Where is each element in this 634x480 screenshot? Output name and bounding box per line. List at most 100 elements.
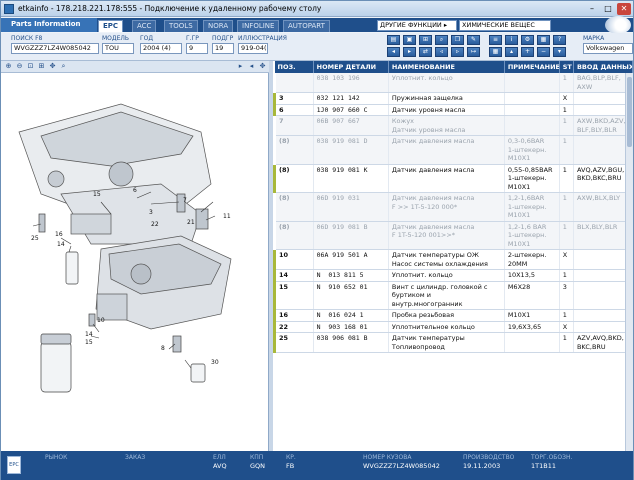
col-name[interactable]: НАИМЕНОВАНИЕ bbox=[388, 61, 505, 73]
collapse-icon[interactable]: ▸ bbox=[236, 62, 245, 71]
pan-icon[interactable]: ✥ bbox=[48, 62, 57, 71]
callout-25[interactable]: 25 bbox=[31, 235, 39, 242]
help-icon[interactable]: ? bbox=[553, 35, 566, 45]
zoom-fit-icon[interactable]: ⊡ bbox=[26, 62, 35, 71]
table-row[interactable]: 22 N 903 168 01 Уплотнительное кольцо 19,6X… bbox=[273, 321, 633, 333]
table-row[interactable]: (8) 06D 919 031 Датчик давления масла F >>… bbox=[274, 192, 633, 222]
illustration-pane: ⊕ ⊖ ⊡ ⊞ ✥ ⌕ ▸ ◂ ✥ 25 16 14 15 6 7 3 22 2… bbox=[1, 61, 269, 451]
info-icon[interactable]: i bbox=[505, 35, 518, 45]
callout-3[interactable]: 3 bbox=[149, 209, 153, 216]
brand-label: МАРКА bbox=[583, 35, 605, 42]
table-row[interactable]: (8) 06D 919 081 B Датчик давления масла F … bbox=[274, 221, 633, 250]
tab-infoline[interactable]: INFOLINE bbox=[237, 20, 280, 32]
table-row[interactable]: 16 N 016 024 1 Пробка резьбовая M10X1 1 bbox=[273, 309, 633, 322]
year-select[interactable]: 2004 (4) bbox=[140, 43, 182, 54]
callout-14b[interactable]: 14 bbox=[85, 331, 93, 338]
engine-oil-sensor-diagram[interactable]: 25 16 14 15 6 7 3 22 21 11 10 14 15 8 30 bbox=[1, 74, 269, 450]
model-select[interactable]: TOU bbox=[102, 43, 134, 54]
expand-icon[interactable]: ◂ bbox=[247, 62, 256, 71]
swap-icon[interactable]: ⇄ bbox=[419, 47, 432, 57]
table-scrollbar[interactable] bbox=[625, 73, 633, 451]
table-row[interactable]: 038 103 196 Уплотнит. кольцо 1 BAG,BLP,BLF,… bbox=[274, 73, 633, 93]
arrow-icon[interactable]: ↦ bbox=[467, 47, 480, 57]
col-data-entry[interactable]: ВВОД ДАННЫХ bbox=[573, 61, 633, 73]
callout-30[interactable]: 30 bbox=[211, 359, 219, 366]
illustration-select[interactable]: 919-04( bbox=[238, 43, 268, 54]
subgroup-select[interactable]: 19 bbox=[212, 43, 234, 54]
cell-st: 1 bbox=[559, 332, 574, 353]
table-row[interactable]: 10 06A 919 501 A Датчик температуры ОЖ Нас… bbox=[273, 249, 633, 270]
other-functions-dropdown[interactable]: ДРУГИЕ ФУНКЦИИ ▸ bbox=[377, 20, 457, 31]
callout-8[interactable]: 8 bbox=[161, 345, 165, 352]
settings-icon[interactable]: ⚙ bbox=[521, 35, 534, 45]
prev-icon[interactable]: ◃ bbox=[435, 47, 448, 57]
brand-select[interactable]: Volkswagen bbox=[583, 43, 633, 54]
brand-field: МАРКА Volkswagen bbox=[583, 35, 633, 54]
callout-21[interactable]: 21 bbox=[187, 219, 195, 226]
save-icon[interactable]: ▣ bbox=[403, 35, 416, 45]
print-icon[interactable]: ▤ bbox=[387, 35, 400, 45]
magnifier-icon[interactable]: ⌕ bbox=[59, 62, 68, 71]
col-note[interactable]: ПРИМЕЧАНИЕ bbox=[504, 61, 560, 73]
table-row[interactable]: 6 1J0 907 660 C Датчик уровня масла 1 bbox=[273, 104, 633, 116]
search-icon[interactable]: ⌕ bbox=[435, 35, 448, 45]
callout-15b[interactable]: 15 bbox=[85, 339, 93, 346]
cart-icon[interactable]: ⊞ bbox=[419, 35, 432, 45]
tab-nora[interactable]: NORA bbox=[203, 20, 234, 32]
tab-acc[interactable]: ACC bbox=[132, 20, 157, 32]
vehicle-icon[interactable]: EPC bbox=[7, 456, 21, 474]
zoom-in-icon[interactable]: + bbox=[521, 47, 534, 57]
callout-11[interactable]: 11 bbox=[223, 213, 231, 220]
table-row[interactable]: 7 06B 907 667 Кожух Датчик уровня масла 1 AX… bbox=[274, 115, 633, 136]
table-row[interactable]: 25 038 906 081 B Датчик температуры Топлив… bbox=[273, 332, 633, 353]
callout-10[interactable]: 10 bbox=[97, 317, 105, 324]
minimize-icon[interactable]: – bbox=[585, 3, 599, 15]
zoom-out-icon[interactable]: − bbox=[537, 47, 550, 57]
callout-14[interactable]: 14 bbox=[57, 241, 65, 248]
col-pos[interactable]: ПОЗ. bbox=[274, 61, 314, 73]
forward-icon[interactable]: ▸ bbox=[403, 47, 416, 57]
cell-note bbox=[504, 104, 560, 116]
parts-table: ПОЗ. НОМЕР ДЕТАЛИ НАИМЕНОВАНИЕ ПРИМЕЧАНИ… bbox=[273, 61, 633, 451]
zoom-in-icon[interactable]: ⊕ bbox=[4, 62, 13, 71]
tab-epc[interactable]: EPC bbox=[98, 20, 124, 32]
callout-6[interactable]: 6 bbox=[133, 187, 137, 194]
scroll-thumb[interactable] bbox=[627, 77, 632, 147]
chemicals-dropdown[interactable]: ХИМИЧЕСКИЕ ВЕЩЕС bbox=[459, 20, 551, 31]
back-icon[interactable]: ◂ bbox=[387, 47, 400, 57]
grid-icon[interactable]: ▦ bbox=[489, 47, 502, 57]
callout-22[interactable]: 22 bbox=[151, 221, 159, 228]
down-icon[interactable]: ▾ bbox=[553, 47, 566, 57]
cell-name: Кожух Датчик уровня масла bbox=[388, 115, 505, 136]
col-part-number[interactable]: НОМЕР ДЕТАЛИ bbox=[313, 61, 389, 73]
book-icon[interactable]: ▦ bbox=[537, 35, 550, 45]
table-row[interactable]: 15 N 910 652 01 Винт с цилиндр. головкой с… bbox=[273, 281, 633, 310]
zoom-out-icon[interactable]: ⊖ bbox=[15, 62, 24, 71]
close-icon[interactable]: ✕ bbox=[617, 2, 631, 15]
parts-information-header: Parts Information bbox=[1, 18, 97, 32]
table-row[interactable]: (8) 038 919 081 K Датчик давления масла 0,5… bbox=[273, 164, 633, 193]
table-row[interactable]: 14 N 013 811 5 Уплотнит. кольцо 10X13,5 1 bbox=[273, 269, 633, 282]
callout-15[interactable]: 15 bbox=[93, 191, 101, 198]
list-icon[interactable]: ≡ bbox=[489, 35, 502, 45]
zoom-area-icon[interactable]: ⊞ bbox=[37, 62, 46, 71]
callout-16[interactable]: 16 bbox=[55, 231, 63, 238]
next-icon[interactable]: ▹ bbox=[451, 47, 464, 57]
maximize-icon[interactable]: □ bbox=[601, 3, 615, 15]
table-row[interactable]: (8) 038 919 081 D Датчик давления масла 0,3… bbox=[274, 135, 633, 165]
cell-data-entry bbox=[573, 104, 633, 116]
cell-pos: 3 bbox=[273, 92, 314, 105]
vin-input[interactable]: WVGZZZ7LZ4W085042 bbox=[11, 43, 99, 54]
table-row[interactable]: 3 032 121 142 Пружинная защелка X bbox=[273, 92, 633, 105]
callout-7[interactable]: 7 bbox=[183, 197, 187, 204]
move-icon[interactable]: ✥ bbox=[258, 62, 267, 71]
tab-tools[interactable]: TOOLS bbox=[164, 20, 198, 32]
copy-icon[interactable]: ❐ bbox=[451, 35, 464, 45]
group-select[interactable]: 9 bbox=[186, 43, 208, 54]
cell-pos: (8) bbox=[274, 135, 314, 165]
up-icon[interactable]: ▴ bbox=[505, 47, 518, 57]
window-title: etkainfo - 178.218.221.178:555 - Подключ… bbox=[18, 4, 322, 13]
col-st[interactable]: ST bbox=[559, 61, 574, 73]
tab-autopart[interactable]: AUTOPART bbox=[283, 20, 330, 32]
note-icon[interactable]: ✎ bbox=[467, 35, 480, 45]
